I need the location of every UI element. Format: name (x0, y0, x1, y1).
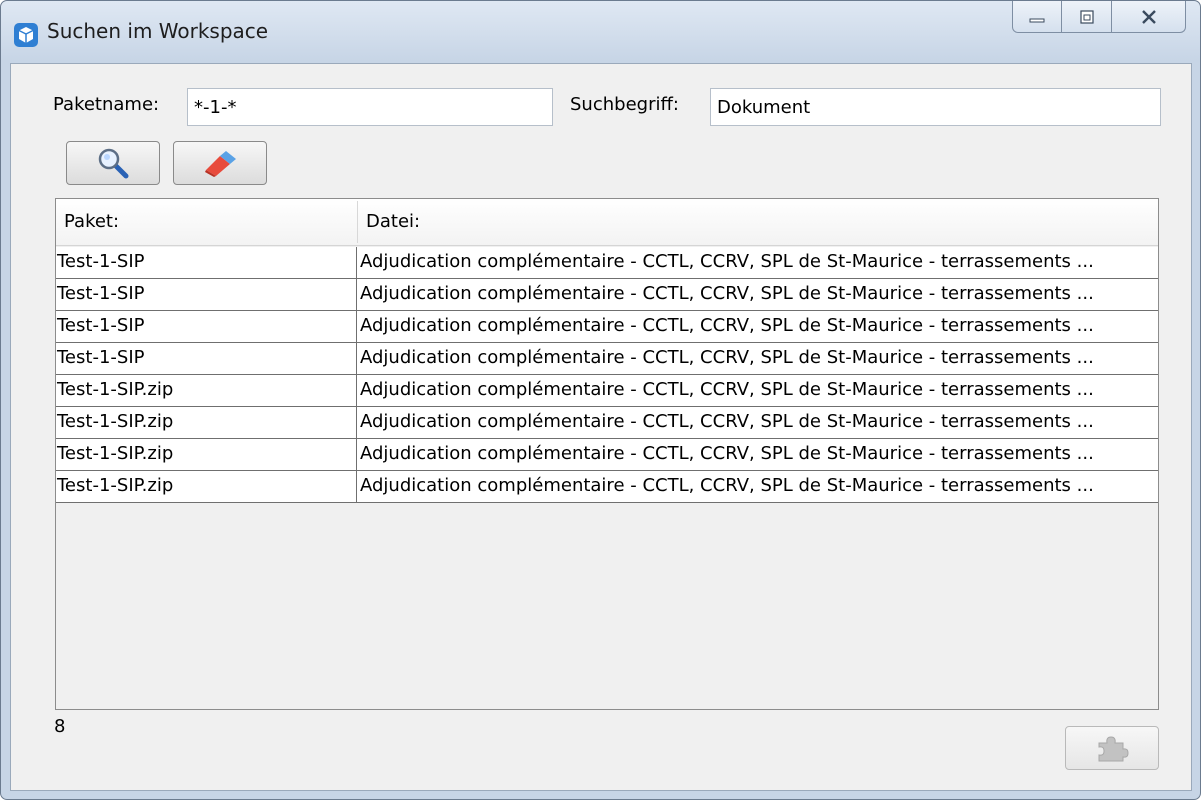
cell-datei[interactable]: Adjudication complémentaire - CCTL, CCRV… (357, 343, 1157, 374)
minimize-icon (1029, 18, 1045, 22)
table-row[interactable]: Test-1-SIP.zip Adjudication complémentair… (56, 471, 1158, 503)
cell-paket[interactable]: Test-1-SIP.zip (56, 375, 357, 406)
close-icon (1141, 9, 1156, 24)
magnifier-icon (98, 148, 129, 179)
app-cube-icon (14, 23, 38, 47)
puzzle-icon (1098, 736, 1129, 762)
result-count: 8 (54, 716, 66, 737)
table-body: Test-1-SIP Adjudication complémentaire - … (56, 247, 1158, 503)
close-button[interactable] (1112, 1, 1186, 33)
cell-paket[interactable]: Test-1-SIP (56, 247, 357, 278)
suchbegriff-label: Suchbegriff: (570, 94, 679, 115)
cell-paket[interactable]: Test-1-SIP (56, 343, 357, 374)
paketname-label: Paketname: (53, 94, 160, 115)
column-header-paket[interactable]: Paket: (56, 199, 357, 245)
clear-button[interactable] (173, 141, 267, 185)
minimize-button[interactable] (1012, 1, 1062, 33)
cell-paket[interactable]: Test-1-SIP.zip (56, 471, 357, 502)
cell-paket[interactable]: Test-1-SIP.zip (56, 439, 357, 470)
table-row[interactable]: Test-1-SIP.zip Adjudication complémentair… (56, 375, 1158, 407)
export-button[interactable] (1065, 726, 1159, 770)
window-controls (1012, 1, 1186, 33)
search-window: Suchen im Workspace Paketname: Suchbegri… (0, 0, 1201, 800)
table-row[interactable]: Test-1-SIP Adjudication complémentaire - … (56, 279, 1158, 311)
cell-datei[interactable]: Adjudication complémentaire - CCTL, CCRV… (357, 247, 1157, 278)
maximize-button[interactable] (1062, 1, 1112, 33)
cell-datei[interactable]: Adjudication complémentaire - CCTL, CCRV… (357, 375, 1157, 406)
table-row[interactable]: Test-1-SIP Adjudication complémentaire - … (56, 247, 1158, 279)
eraser-icon (205, 151, 236, 177)
cell-datei[interactable]: Adjudication complémentaire - CCTL, CCRV… (357, 279, 1157, 310)
paketname-input[interactable] (187, 88, 553, 126)
table-row[interactable]: Test-1-SIP Adjudication complémentaire - … (56, 343, 1158, 375)
results-table: Paket: Datei: Test-1-SIP Adjudication com… (55, 198, 1159, 710)
cell-datei[interactable]: Adjudication complémentaire - CCTL, CCRV… (357, 439, 1157, 470)
search-button[interactable] (66, 141, 160, 185)
window-content: Paketname: Suchbegriff: Paket: Datei: (10, 63, 1192, 791)
title-bar[interactable]: Suchen im Workspace (1, 1, 1200, 63)
cell-paket[interactable]: Test-1-SIP (56, 279, 357, 310)
window-title: Suchen im Workspace (47, 19, 269, 43)
table-row[interactable]: Test-1-SIP.zip Adjudication complémentair… (56, 407, 1158, 439)
table-header: Paket: Datei: (56, 199, 1158, 246)
table-row[interactable]: Test-1-SIP Adjudication complémentaire - … (56, 311, 1158, 343)
cell-paket[interactable]: Test-1-SIP (56, 311, 357, 342)
cell-datei[interactable]: Adjudication complémentaire - CCTL, CCRV… (357, 471, 1157, 502)
cell-datei[interactable]: Adjudication complémentaire - CCTL, CCRV… (357, 311, 1157, 342)
cell-paket[interactable]: Test-1-SIP.zip (56, 407, 357, 438)
column-header-datei[interactable]: Datei: (358, 199, 1118, 245)
cell-datei[interactable]: Adjudication complémentaire - CCTL, CCRV… (357, 407, 1157, 438)
suchbegriff-input[interactable] (710, 88, 1161, 126)
table-row[interactable]: Test-1-SIP.zip Adjudication complémentair… (56, 439, 1158, 471)
maximize-icon (1079, 9, 1094, 24)
